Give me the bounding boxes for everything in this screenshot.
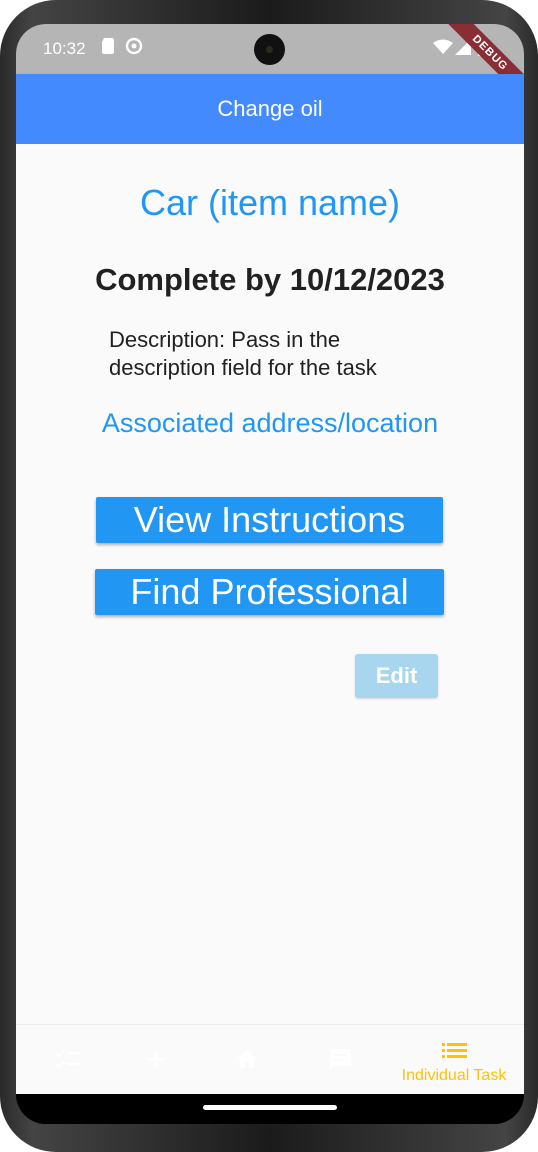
status-bar: 10:32 DEBUG: [16, 24, 524, 102]
wifi-icon: [433, 39, 453, 60]
bottom-nav: Individual Task: [16, 1024, 524, 1095]
task-detail: Car (item name) Complete by 10/12/2023 D…: [16, 144, 524, 1024]
chat-icon: [330, 1049, 351, 1070]
view-instructions-button[interactable]: View Instructions: [96, 497, 443, 543]
list-icon: [442, 1043, 467, 1058]
edit-button[interactable]: Edit: [355, 654, 438, 698]
add-icon: [148, 1051, 164, 1067]
sd-card-icon: [101, 37, 115, 60]
find-professional-button[interactable]: Find Professional: [95, 569, 444, 615]
nav-item-tasks[interactable]: [16, 1025, 116, 1095]
nav-item-chat[interactable]: [289, 1025, 389, 1095]
front-camera: [254, 34, 285, 65]
nav-item-add[interactable]: [106, 1025, 206, 1095]
screen: 10:32 DEBUG Change oil Car (item name) C…: [16, 24, 524, 1124]
item-name: Car (item name): [139, 182, 401, 223]
home-gesture-bar[interactable]: [203, 1105, 337, 1110]
app-bar: Change oil: [16, 74, 524, 144]
address-link[interactable]: Associated address/location: [16, 408, 524, 439]
gesture-area: [16, 1094, 524, 1124]
nav-label-individual-task: Individual Task: [401, 1067, 507, 1084]
assistant-icon: [125, 37, 143, 60]
status-time: 10:32: [43, 39, 86, 58]
due-date: Complete by 10/12/2023: [95, 262, 445, 297]
checklist-icon: [55, 1049, 79, 1069]
nav-item-home[interactable]: [197, 1025, 297, 1095]
page-title: Change oil: [217, 96, 323, 121]
home-icon: [237, 1050, 257, 1068]
nav-item-individual-task[interactable]: Individual Task: [402, 1025, 506, 1095]
task-description: Description: Pass in the description fie…: [109, 327, 377, 380]
